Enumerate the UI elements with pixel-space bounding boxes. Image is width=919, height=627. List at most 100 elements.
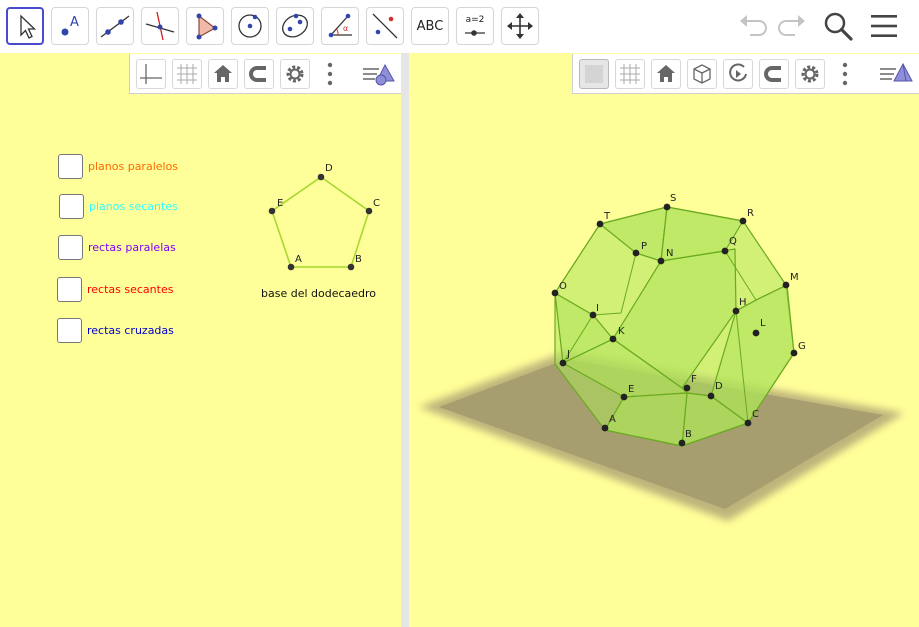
undo-button[interactable] <box>736 8 772 44</box>
dodecahedron-scene: S T R P N Q M O H I L K G J F E D A C B <box>419 193 904 521</box>
show-grid-3d-button[interactable] <box>615 59 645 89</box>
vertex-label-l: L <box>760 318 766 329</box>
vertex-label-b: B <box>685 429 692 440</box>
line-through-points-icon <box>100 15 130 38</box>
perpendicular-line-icon <box>145 11 175 41</box>
vertex-label-a: A <box>609 414 616 425</box>
cube-icon <box>693 64 711 84</box>
circle-with-center-icon <box>238 14 262 38</box>
pentagon-label-b: B <box>355 254 362 265</box>
main-menu-button[interactable] <box>866 8 902 44</box>
vertex-n[interactable] <box>657 257 665 265</box>
point-capturing-3d-button[interactable] <box>759 59 789 89</box>
vertex-d[interactable] <box>707 392 715 400</box>
vertex-label-k: K <box>618 326 625 337</box>
vertex-r[interactable] <box>739 217 747 225</box>
pentagon-point-a[interactable] <box>287 263 295 271</box>
graphics-3d-settings-button[interactable] <box>795 59 825 89</box>
vertex-q[interactable] <box>721 247 729 255</box>
vertex-label-c: C <box>752 409 759 420</box>
vertex-s[interactable] <box>663 203 671 211</box>
perpendicular-line-tool-button[interactable] <box>141 7 179 45</box>
vertex-j[interactable] <box>559 359 567 367</box>
view-menu-3d-button[interactable] <box>877 59 915 89</box>
graphics-view-2d[interactable]: planos paralelos planos secantes rectas … <box>0 53 401 627</box>
grid-icon <box>620 64 640 84</box>
text-tool-label: ABC <box>416 18 444 34</box>
pentagon-point-d[interactable] <box>317 173 325 181</box>
graphics-view-3d[interactable]: S T R P N Q M O H I L K G J F E D A C B <box>409 53 919 627</box>
vertex-a[interactable] <box>601 424 609 432</box>
view-divider[interactable] <box>401 53 409 627</box>
text-tool-button[interactable]: ABC <box>411 7 449 45</box>
pentagon-point-b[interactable] <box>347 263 355 271</box>
vertex-label-d: D <box>715 381 723 392</box>
home-icon <box>657 65 675 82</box>
ellipse-icon <box>282 13 308 38</box>
rotate-icon <box>729 63 747 82</box>
vertex-g[interactable] <box>790 349 798 357</box>
vertex-e[interactable] <box>620 393 628 401</box>
pentagon-point-c[interactable] <box>365 207 373 215</box>
vertex-o[interactable] <box>551 289 559 297</box>
svg-text:α: α <box>343 24 348 33</box>
slider-tool-button[interactable]: a=2 <box>456 7 494 45</box>
vertex-label-m: M <box>790 272 799 283</box>
redo-button[interactable] <box>773 8 809 44</box>
vertex-f[interactable] <box>683 384 691 392</box>
vertex-t[interactable] <box>596 220 604 228</box>
graphics-3d-style-bar <box>572 54 919 94</box>
pentagon-label-a: A <box>295 254 302 265</box>
vertex-h[interactable] <box>732 307 740 315</box>
clipping-box-button[interactable] <box>687 59 717 89</box>
vertex-l[interactable] <box>752 329 760 337</box>
more-options-3d-button[interactable] <box>839 59 851 89</box>
pentagon-point-e[interactable] <box>268 207 276 215</box>
vertex-b[interactable] <box>678 439 686 447</box>
vertex-m[interactable] <box>782 281 790 289</box>
vertex-label-h: H <box>739 297 747 308</box>
magnet-icon <box>764 66 781 82</box>
point-icon: A <box>61 15 79 36</box>
angle-tool-button[interactable]: α <box>321 7 359 45</box>
undo-icon <box>740 15 767 36</box>
reflect-tool-button[interactable] <box>366 7 404 45</box>
axes-off-icon <box>585 65 603 83</box>
search-button[interactable] <box>820 8 856 44</box>
pentagon-label-e: E <box>277 198 283 209</box>
vertex-label-q: Q <box>729 236 737 247</box>
pentagon-label-d: D <box>325 163 333 174</box>
point-tool-button[interactable]: A <box>51 7 89 45</box>
move-graphics-view-button[interactable] <box>501 7 539 45</box>
polygon-tool-button[interactable] <box>186 7 224 45</box>
standard-view-3d-button[interactable] <box>651 59 681 89</box>
vertex-label-g: G <box>798 341 806 352</box>
vertex-p[interactable] <box>632 249 640 257</box>
ellipse-tool-button[interactable] <box>276 7 314 45</box>
gear-icon <box>801 65 819 83</box>
show-axes-3d-button[interactable] <box>579 59 609 89</box>
vertex-c[interactable] <box>744 419 752 427</box>
circle-tool-button[interactable] <box>231 7 269 45</box>
slider-icon <box>465 30 485 36</box>
pentagon-caption: base del dodecaedro <box>261 287 376 300</box>
vertex-k[interactable] <box>609 335 617 343</box>
rotate-view-button[interactable] <box>723 59 753 89</box>
more-vertical-icon <box>842 62 848 86</box>
pentagon-figure: D E C A B base del dodecaedro <box>261 163 380 300</box>
vertex-label-j: J <box>566 349 570 360</box>
line-tool-button[interactable] <box>96 7 134 45</box>
vertex-label-t: T <box>603 211 611 222</box>
move-tool-button[interactable] <box>6 7 44 45</box>
vertex-label-f: F <box>691 374 697 385</box>
search-icon <box>824 12 853 41</box>
cursor-arrow-icon <box>20 14 37 39</box>
vertex-label-r: R <box>747 208 754 219</box>
svg-text:A: A <box>70 15 79 30</box>
vertex-label-p: P <box>641 241 647 252</box>
graphics-3d-view-icon <box>880 62 913 82</box>
redo-icon <box>778 15 805 36</box>
move-arrows-icon <box>507 13 533 39</box>
hamburger-menu-icon <box>871 15 897 37</box>
vertex-label-s: S <box>670 193 676 204</box>
